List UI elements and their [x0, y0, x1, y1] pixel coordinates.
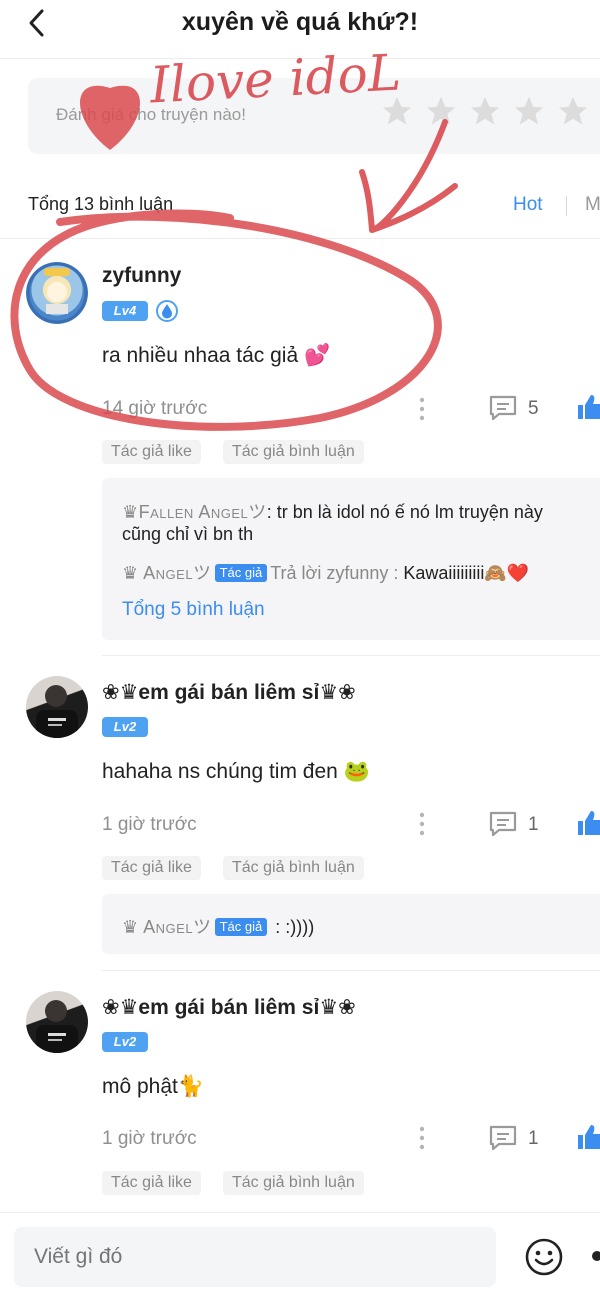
sort-hot-tab[interactable]: Hot	[513, 194, 543, 216]
comment-time: 14 giờ trước	[102, 398, 208, 419]
comment-icon[interactable]	[488, 810, 518, 838]
author-badge: Tác giả	[214, 564, 268, 582]
thumbs-up-icon[interactable]	[576, 809, 600, 837]
reply-text: : :))))	[270, 917, 315, 937]
avatar-photo	[36, 1000, 78, 1053]
author-commented-tag: Tác giả bình luận	[223, 856, 364, 880]
comment-time: 1 giờ trước	[102, 1128, 197, 1149]
top-bar: xuyên về quá khứ?!	[0, 0, 600, 52]
rating-placeholder: Đánh giá cho truyện nào!	[56, 105, 246, 124]
more-vertical-icon[interactable]	[416, 396, 428, 422]
reply-author[interactable]: ♛ Angelツ	[122, 917, 212, 937]
level-badge: Lv2	[102, 717, 148, 737]
star-icon[interactable]	[468, 94, 502, 128]
reply-count: 1	[528, 1128, 539, 1149]
more-vertical-icon[interactable]	[416, 811, 428, 837]
star-icon[interactable]	[424, 94, 458, 128]
reply-text: Kawaiiiiiiiii🙈❤️	[398, 563, 530, 583]
author-liked-tag: Tác giả like	[102, 1171, 201, 1195]
avatar-illustration	[26, 262, 88, 324]
comment-divider	[102, 655, 600, 656]
sort-new-tab[interactable]: M	[585, 194, 600, 216]
reply-item-continued: cũng chỉ vì bn th	[122, 524, 254, 544]
circle-highlight	[10, 209, 442, 431]
reply-item: ♛ Angelツ Tác giả Trả lời zyfunny : Kawaiii…	[122, 559, 529, 585]
username[interactable]: ❀♛em gái bán liêm sỉ♛❀	[102, 680, 356, 705]
thumbs-up-icon[interactable]	[576, 393, 600, 421]
reply-item: ♛Fallen Angelツ: tr bn là idol nó ế nó lm…	[122, 498, 543, 524]
send-icon[interactable]	[590, 1249, 600, 1263]
avatar-photo	[36, 685, 78, 738]
rating-box[interactable]: Đánh giá cho truyện nào!	[28, 78, 600, 154]
reply-item: ♛ Angelツ Tác giả : :))))	[122, 913, 314, 939]
author-liked-tag: Tác giả like	[102, 856, 201, 880]
level-badge: Lv4	[102, 301, 148, 321]
level-badge: Lv2	[102, 1032, 148, 1052]
comment-icon[interactable]	[488, 394, 518, 422]
avatar[interactable]	[26, 991, 88, 1053]
username[interactable]: zyfunny	[102, 264, 181, 288]
reply-count: 5	[528, 398, 539, 419]
reply-author[interactable]: ♛ Angelツ	[122, 563, 212, 583]
reply-text: : tr bn là idol nó ế nó lm truyện này	[266, 502, 543, 522]
author-commented-tag: Tác giả bình luận	[223, 1171, 364, 1195]
comments-total: Tổng 13 bình luận	[28, 194, 174, 214]
star-icon[interactable]	[556, 94, 590, 128]
reply-count: 1	[528, 814, 539, 835]
avatar[interactable]	[26, 676, 88, 738]
reply-to-text: Trả lời zyfunny :	[270, 563, 399, 583]
reply-box[interactable]: ♛ Angelツ Tác giả : :))))	[102, 894, 600, 954]
reply-author[interactable]: ♛Fallen Angelツ	[122, 502, 267, 522]
comment-time: 1 giờ trước	[102, 814, 197, 835]
star-icon[interactable]	[512, 94, 546, 128]
comment-icon[interactable]	[488, 1124, 518, 1152]
comment-divider	[102, 970, 600, 971]
view-all-replies-link[interactable]: Tổng 5 bình luận	[122, 599, 265, 621]
sort-separator	[566, 196, 567, 216]
comment-text: mô phật🐈	[102, 1075, 205, 1098]
comment-input[interactable]	[14, 1227, 496, 1287]
author-liked-tag: Tác giả like	[102, 440, 201, 464]
reply-box[interactable]: ♛Fallen Angelツ: tr bn là idol nó ế nó lm…	[102, 478, 600, 640]
thumbs-up-icon[interactable]	[576, 1123, 600, 1151]
comment-composer	[0, 1212, 600, 1301]
page-title: xuyên về quá khứ?!	[181, 8, 419, 36]
header-divider	[0, 58, 600, 59]
rating-stars	[380, 94, 590, 128]
author-badge: Tác giả	[214, 918, 268, 936]
star-icon[interactable]	[380, 94, 414, 128]
comment-text: ra nhiều nhaa tác giả 💕	[102, 344, 331, 367]
comment-text: hahaha ns chúng tim đen 🐸	[102, 760, 370, 783]
vip-drop-icon	[156, 300, 178, 322]
list-divider	[0, 238, 600, 239]
more-vertical-icon[interactable]	[416, 1125, 428, 1151]
author-commented-tag: Tác giả bình luận	[223, 440, 364, 464]
emoji-icon[interactable]	[524, 1237, 564, 1277]
username[interactable]: ❀♛em gái bán liêm sỉ♛❀	[102, 995, 356, 1020]
avatar[interactable]	[26, 262, 88, 324]
